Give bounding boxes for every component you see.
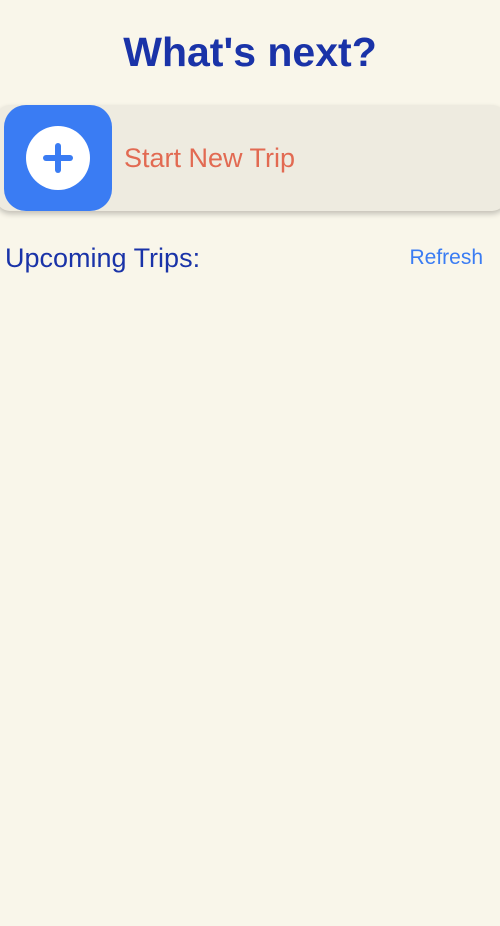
start-new-trip-label: Start New Trip (124, 143, 296, 173)
upcoming-trips-list (0, 290, 500, 926)
plus-tile[interactable] (4, 105, 112, 211)
page-title: What's next? (123, 29, 377, 75)
upcoming-trips-heading: Upcoming Trips: (5, 243, 201, 273)
refresh-button[interactable]: Refresh (409, 244, 483, 272)
plus-icon (26, 126, 90, 190)
start-new-trip-button[interactable]: Start New Trip (0, 105, 500, 211)
